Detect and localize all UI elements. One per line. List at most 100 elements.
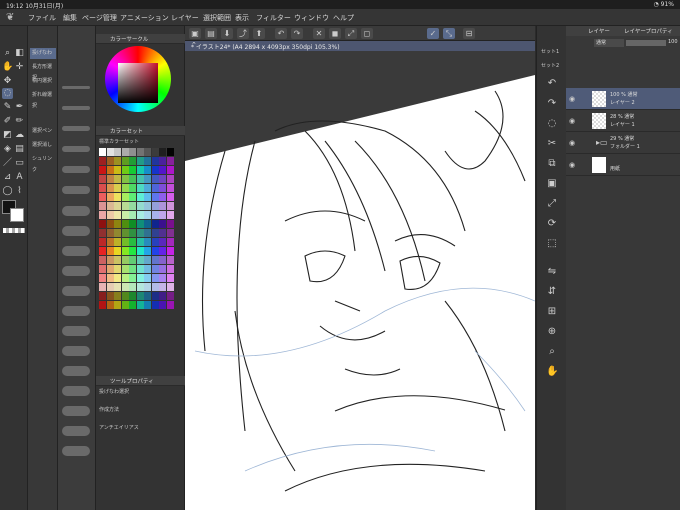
color-swatch[interactable]	[121, 292, 129, 300]
color-saturation-square[interactable]	[118, 63, 158, 103]
color-swatch[interactable]	[136, 229, 144, 237]
brush-size-item[interactable]	[62, 106, 90, 110]
text-icon[interactable]: A	[14, 172, 25, 183]
drawing-canvas[interactable]	[185, 51, 535, 510]
menu-help[interactable]: ヘルプ	[333, 13, 354, 23]
layer-row[interactable]: ◉ 用紙	[566, 154, 680, 176]
color-swatch[interactable]	[159, 238, 166, 246]
color-swatch[interactable]	[106, 175, 114, 183]
zoom-icon[interactable]: ⌕	[2, 48, 13, 59]
brush-size-item[interactable]	[62, 366, 90, 376]
color-swatch[interactable]	[144, 202, 151, 210]
color-swatch[interactable]	[166, 292, 174, 300]
gradient-icon[interactable]: ▤	[14, 144, 25, 155]
color-swatch[interactable]	[114, 202, 121, 210]
color-swatch[interactable]	[159, 166, 166, 174]
color-set-name[interactable]: 標準カラーセット	[99, 138, 139, 145]
color-swatch[interactable]	[159, 256, 166, 264]
color-swatch[interactable]	[114, 211, 121, 219]
color-swatch[interactable]	[151, 274, 159, 282]
correct-line-icon[interactable]: ⌇	[14, 186, 25, 197]
color-swatch[interactable]	[159, 301, 166, 309]
canvas-tab[interactable]: * イラスト24* (A4 2894 x 4093px 350dpi 105.3…	[185, 41, 535, 51]
set-label-1[interactable]: セット1	[541, 48, 559, 55]
color-swatch[interactable]	[151, 256, 159, 264]
airbrush-icon[interactable]: ✏	[14, 116, 25, 127]
color-swatch[interactable]	[136, 283, 144, 291]
color-swatch[interactable]	[106, 274, 114, 282]
new-canvas-icon[interactable]: ▣	[189, 28, 201, 39]
color-swatch[interactable]	[166, 184, 174, 192]
menu-layer[interactable]: レイヤー	[171, 13, 199, 23]
paste-icon[interactable]: ▣	[546, 178, 558, 190]
color-swatch[interactable]	[166, 238, 174, 246]
subtool-ellipse[interactable]: 楕円選択	[30, 76, 56, 87]
color-swatch[interactable]	[166, 202, 174, 210]
color-swatch[interactable]	[144, 166, 151, 174]
color-swatch[interactable]	[159, 148, 166, 156]
brush-size-item[interactable]	[62, 346, 90, 356]
color-swatch[interactable]	[129, 247, 136, 255]
color-swatch[interactable]	[144, 247, 151, 255]
color-swatch[interactable]	[114, 157, 121, 165]
transform-icon[interactable]: ⤢	[345, 28, 357, 39]
color-swatch[interactable]	[99, 193, 106, 201]
subtool-lasso[interactable]: 投げなわ	[30, 48, 56, 59]
color-swatch[interactable]	[114, 184, 121, 192]
correction-icon[interactable]: ✓	[427, 28, 439, 39]
color-swatch[interactable]	[106, 238, 114, 246]
layer-row[interactable]: ◉ 28 % 通常 レイヤー 1	[566, 110, 680, 132]
brush-size-item[interactable]	[62, 406, 90, 416]
color-swatch[interactable]	[129, 265, 136, 273]
color-swatch[interactable]	[136, 202, 144, 210]
menu-file[interactable]: ファイル	[28, 13, 56, 23]
color-swatch[interactable]	[129, 175, 136, 183]
eraser-icon[interactable]: ◩	[2, 130, 13, 141]
color-swatch[interactable]	[99, 256, 106, 264]
color-swatch[interactable]	[166, 157, 174, 165]
share-icon[interactable]: ⤴	[237, 28, 249, 39]
color-swatch[interactable]	[121, 202, 129, 210]
color-swatch[interactable]	[151, 292, 159, 300]
color-swatch[interactable]	[129, 283, 136, 291]
color-swatch[interactable]	[106, 292, 114, 300]
color-swatch[interactable]	[106, 256, 114, 264]
color-swatch[interactable]	[129, 256, 136, 264]
color-swatch[interactable]	[99, 265, 106, 273]
color-swatch[interactable]	[114, 292, 121, 300]
rotate-icon[interactable]: ⟳	[546, 218, 558, 230]
color-swatch[interactable]	[159, 229, 166, 237]
color-swatch[interactable]	[99, 166, 106, 174]
color-swatch[interactable]	[151, 301, 159, 309]
color-swatch[interactable]	[166, 274, 174, 282]
color-swatch[interactable]	[159, 193, 166, 201]
brush-size-item[interactable]	[62, 286, 90, 296]
color-swatch[interactable]	[129, 211, 136, 219]
color-swatch[interactable]	[151, 184, 159, 192]
color-swatch[interactable]	[121, 184, 129, 192]
cut-icon[interactable]: ✂	[546, 138, 558, 150]
color-swatch[interactable]	[144, 184, 151, 192]
color-swatch[interactable]	[121, 166, 129, 174]
color-swatch[interactable]	[136, 265, 144, 273]
color-swatch[interactable]	[129, 157, 136, 165]
color-swatch[interactable]	[129, 292, 136, 300]
color-swatch[interactable]	[99, 184, 106, 192]
color-swatch[interactable]	[159, 184, 166, 192]
menu-filter[interactable]: フィルター	[256, 13, 291, 23]
fill-selection-icon[interactable]: ◼	[329, 28, 341, 39]
color-swatch[interactable]	[106, 193, 114, 201]
deselect-icon[interactable]: ◻	[361, 28, 373, 39]
transparent-color-swatch[interactable]	[3, 228, 25, 233]
color-swatch[interactable]	[159, 157, 166, 165]
ruler-icon[interactable]: ⊿	[2, 172, 13, 183]
tab-layer[interactable]: レイヤー	[588, 27, 610, 35]
color-swatch[interactable]	[121, 301, 129, 309]
color-swatch[interactable]	[106, 184, 114, 192]
layer-row[interactable]: ◉ ▸▭ 29 % 通常 フォルダー 1	[566, 132, 680, 154]
color-swatch[interactable]	[136, 292, 144, 300]
selection-tool-icon[interactable]: ◌	[2, 88, 13, 99]
visibility-eye-icon[interactable]: ◉	[569, 139, 575, 147]
menu-edit[interactable]: 編集	[63, 13, 77, 23]
color-swatch[interactable]	[106, 265, 114, 273]
